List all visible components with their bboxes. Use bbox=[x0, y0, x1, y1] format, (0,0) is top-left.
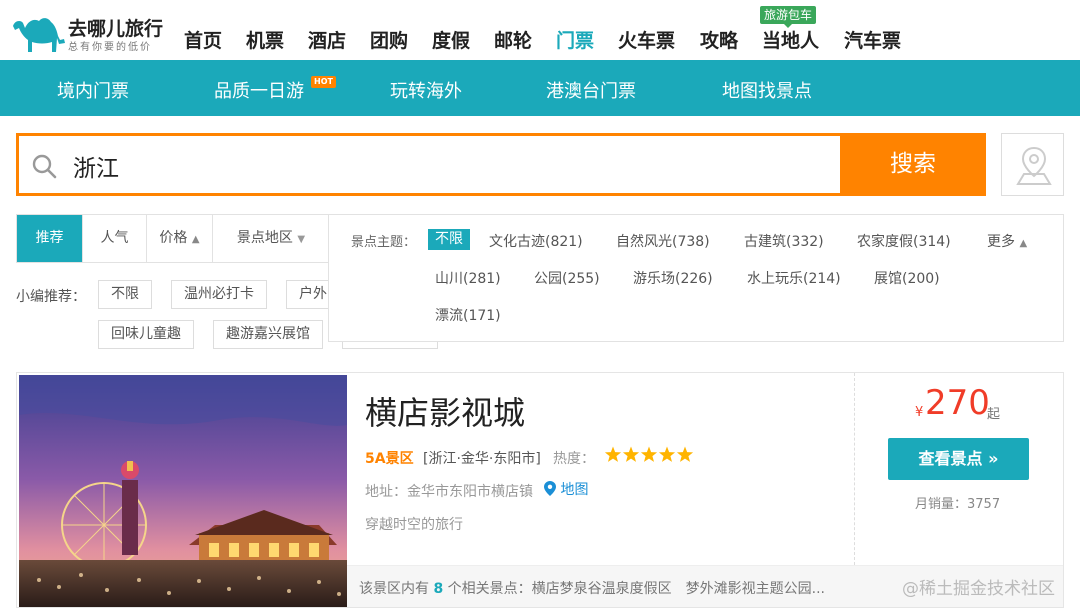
subnav-item-hk-macau-taiwan[interactable]: 港澳台门票 bbox=[546, 77, 636, 103]
attraction-photo[interactable] bbox=[19, 375, 347, 607]
attraction-address: 地址：金华市东阳市横店镇 bbox=[365, 484, 533, 500]
arrow-up-icon: ▲ bbox=[191, 234, 200, 245]
topnav-item-home[interactable]: 首页 bbox=[184, 26, 222, 53]
editor-picks-label: 小编推荐： bbox=[16, 289, 86, 305]
editor-pick-tag[interactable]: 温州必打卡 bbox=[171, 280, 267, 309]
attraction-card: 横店影视城 5A景区 [浙江·金华·东阳市] 热度： 地址：金华市东阳市横店镇 … bbox=[16, 372, 1064, 608]
badge-tour-charter: 旅游包车 bbox=[760, 6, 817, 28]
sort-recommend[interactable]: 推荐 bbox=[17, 215, 83, 262]
chevron-up-icon: ▲ bbox=[1019, 238, 1028, 249]
view-attraction-button[interactable]: 查看景点 » bbox=[888, 438, 1029, 480]
attraction-slogan: 穿越时空的旅行 bbox=[365, 517, 463, 533]
theme-item[interactable]: 古建筑(332) bbox=[744, 231, 824, 251]
sub-nav: 境内门票 品质一日游 玩转海外 港澳台门票 地图找景点 bbox=[0, 60, 1080, 116]
theme-item-unlimited[interactable]: 不限 bbox=[428, 229, 470, 250]
star-icon bbox=[640, 446, 658, 462]
theme-item[interactable]: 展馆(200) bbox=[874, 268, 940, 288]
subnav-item-overseas[interactable]: 玩转海外 bbox=[390, 77, 462, 103]
topnav-item-locals[interactable]: 当地人 bbox=[762, 26, 819, 53]
card-divider bbox=[854, 373, 855, 565]
search-icon bbox=[32, 154, 57, 179]
editor-pick-tag[interactable]: 回味儿童趣 bbox=[98, 320, 194, 349]
editor-pick-tag-hidden-edge bbox=[342, 342, 438, 349]
topnav-item-group[interactable]: 团购 bbox=[370, 26, 408, 53]
theme-item[interactable]: 自然风光(738) bbox=[616, 231, 710, 251]
topnav-item-flights[interactable]: 机票 bbox=[246, 26, 284, 53]
attraction-level-badge: 5A景区 bbox=[365, 451, 414, 467]
search-box bbox=[16, 133, 840, 196]
logo[interactable]: 去哪儿旅行 总有你要的低价 bbox=[10, 10, 175, 56]
price-suffix: 起 bbox=[987, 407, 1001, 422]
attraction-title[interactable]: 横店影视城 bbox=[365, 388, 525, 434]
sort-popularity[interactable]: 人气 bbox=[83, 215, 147, 262]
theme-filter-panel: 景点主题： 不限 文化古迹(821) 自然风光(738) 古建筑(332) 农家… bbox=[328, 214, 1064, 342]
topnav-item-hotels[interactable]: 酒店 bbox=[308, 26, 346, 53]
monthly-sales: 月销量：3757 bbox=[915, 497, 1001, 512]
hot-badge: HOT bbox=[311, 76, 336, 88]
star-icon bbox=[604, 446, 622, 462]
subnav-item-domestic-tickets[interactable]: 境内门票 bbox=[57, 77, 129, 103]
related-count: 8 bbox=[433, 581, 444, 597]
search-input[interactable] bbox=[73, 150, 773, 182]
theme-item[interactable]: 漂流(171) bbox=[435, 305, 501, 325]
sort-price-label: 价格 bbox=[159, 230, 188, 246]
map-locate-button[interactable] bbox=[1001, 133, 1064, 196]
sort-region-dropdown[interactable]: 景点地区 ▼ bbox=[213, 215, 329, 262]
related-prefix: 该景区内有 bbox=[359, 581, 429, 597]
theme-more-toggle[interactable]: 更多 ▲ bbox=[987, 231, 1027, 251]
heat-label: 热度： bbox=[553, 451, 595, 467]
editor-pick-tag[interactable]: 不限 bbox=[98, 280, 152, 309]
camel-logo-icon bbox=[13, 18, 65, 52]
sort-price[interactable]: 价格 ▲ bbox=[147, 215, 213, 262]
attraction-region: [浙江·金华·东阳市] bbox=[423, 451, 541, 467]
search-button[interactable]: 搜索 bbox=[840, 133, 986, 196]
star-icon bbox=[622, 446, 640, 462]
theme-item[interactable]: 农家度假(314) bbox=[857, 231, 951, 251]
sort-region-label: 景点地区 bbox=[236, 230, 293, 246]
chevron-down-icon: ▼ bbox=[297, 234, 306, 245]
topnav-item-cruise[interactable]: 邮轮 bbox=[494, 26, 532, 53]
subnav-item-map-search[interactable]: 地图找景点 bbox=[722, 77, 812, 103]
page: 去哪儿旅行 总有你要的低价 旅游包车 首页 机票 酒店 团购 度假 邮轮 门票 … bbox=[0, 0, 1080, 613]
sort-bar: 推荐 人气 价格 ▲ 景点地区 ▼ bbox=[16, 214, 328, 263]
theme-item[interactable]: 公园(255) bbox=[534, 268, 600, 288]
topnav-item-tickets[interactable]: 门票 bbox=[556, 26, 594, 53]
price-currency: ¥ bbox=[915, 405, 924, 420]
related-suffix: 个相关景点：横店梦泉谷温泉度假区 梦外滩影视主题公园... bbox=[447, 581, 826, 597]
theme-item[interactable]: 水上玩乐(214) bbox=[747, 268, 841, 288]
logo-slogan: 总有你要的低价 bbox=[68, 42, 152, 53]
editor-pick-tag[interactable]: 户外 bbox=[286, 280, 328, 309]
editor-pick-tag[interactable]: 趣游嘉兴展馆 bbox=[213, 320, 323, 349]
star-icon bbox=[676, 446, 694, 462]
topnav-item-guides[interactable]: 攻略 bbox=[700, 26, 738, 53]
attraction-map-link[interactable]: 地图 bbox=[544, 479, 588, 499]
related-attractions-text[interactable]: 该景区内有 8 个相关景点：横店梦泉谷温泉度假区 梦外滩影视主题公园... bbox=[359, 578, 825, 598]
topnav-item-train[interactable]: 火车票 bbox=[618, 26, 675, 53]
map-link-label: 地图 bbox=[560, 482, 589, 498]
price-value: 270 bbox=[925, 383, 990, 423]
theme-more-label: 更多 bbox=[987, 234, 1015, 250]
theme-label: 景点主题： bbox=[351, 235, 417, 250]
watermark: @稀土掘金技术社区 bbox=[902, 579, 1055, 599]
heat-stars bbox=[604, 446, 694, 462]
theme-item[interactable]: 文化古迹(821) bbox=[489, 231, 583, 251]
theme-item[interactable]: 山川(281) bbox=[435, 268, 501, 288]
topnav-item-bus[interactable]: 汽车票 bbox=[844, 26, 901, 53]
topnav-item-vacation[interactable]: 度假 bbox=[432, 26, 470, 53]
star-icon bbox=[658, 446, 676, 462]
logo-name: 去哪儿旅行 bbox=[68, 18, 164, 40]
theme-item[interactable]: 游乐场(226) bbox=[633, 268, 713, 288]
location-pin-icon bbox=[1016, 146, 1052, 185]
subnav-item-day-tours[interactable]: 品质一日游 bbox=[214, 77, 304, 103]
map-pin-icon bbox=[544, 481, 556, 496]
header: 去哪儿旅行 总有你要的低价 旅游包车 首页 机票 酒店 团购 度假 邮轮 门票 … bbox=[0, 0, 1080, 60]
